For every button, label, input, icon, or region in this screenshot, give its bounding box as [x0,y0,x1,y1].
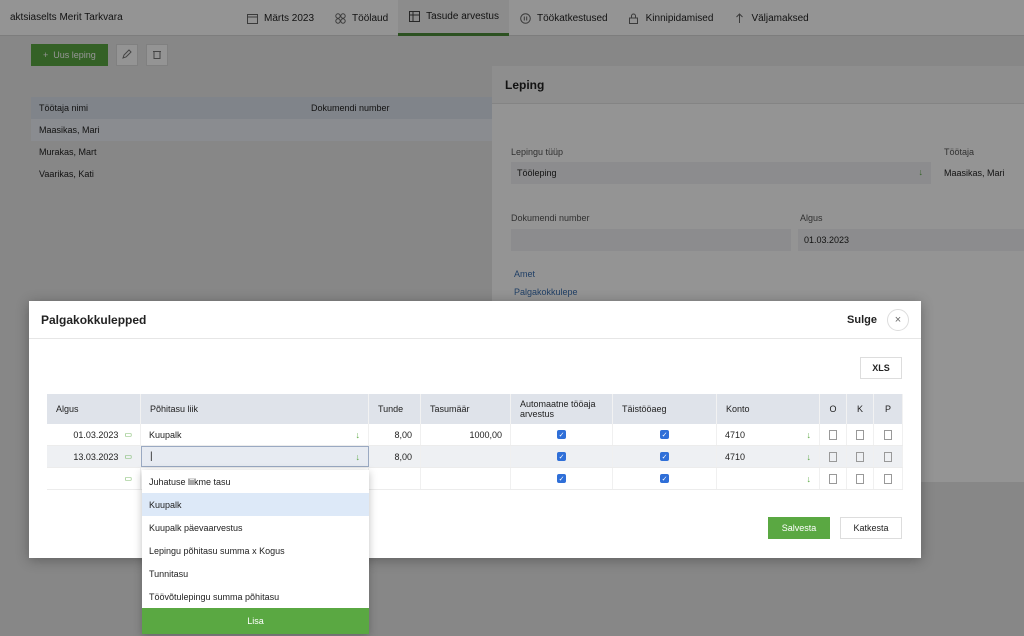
calendar-icon[interactable]: ▭ [124,430,132,439]
doc-k-button[interactable] [847,446,874,467]
document-icon [884,429,892,440]
pay-type-dropdown: Juhatuse liikme tasu Kuupalk Kuupalk päe… [142,470,369,634]
account-cell[interactable]: 4710 ↓ [717,446,820,467]
dropdown-option[interactable]: Juhatuse liikme tasu [142,470,369,493]
text-cursor: | [150,451,153,462]
dropdown-option[interactable]: Lepingu põhitasu summa x Kogus [142,539,369,562]
document-icon [829,429,837,440]
check-icon: ✓ [660,430,669,439]
doc-o-button[interactable] [820,446,847,467]
doc-o-button[interactable] [820,468,847,489]
header-account[interactable]: Konto [717,394,820,424]
fulltime-checkbox[interactable]: ✓ [613,424,717,445]
table-row: 01.03.2023 ▭ Kuupalk ↓ 8,00 1000,00 ✓ ✓ 47… [47,424,903,446]
close-button[interactable]: Sulge [847,314,877,326]
rate-cell[interactable]: 1000,00 [421,424,511,445]
document-icon [884,473,892,484]
header-rate[interactable]: Tasumäär [421,394,511,424]
document-icon [856,451,864,462]
header-o[interactable]: O [820,394,847,424]
start-date-cell[interactable]: 13.03.2023 ▭ [47,446,141,467]
pay-type-cell[interactable]: Kuupalk ↓ [141,424,369,445]
table-row: 13.03.2023 ▭ | ↓ 8,00 ✓ ✓ 4710 ↓ [47,446,903,468]
calendar-icon[interactable]: ▭ [124,474,132,483]
hours-cell[interactable] [369,468,421,489]
check-icon: ✓ [557,474,566,483]
pay-type-input[interactable]: | ↓ [141,446,369,467]
start-date-cell[interactable]: 01.03.2023 ▭ [47,424,141,445]
close-icon[interactable]: × [887,309,909,331]
modal-title: Palgakokkulepped [41,313,147,327]
dropdown-option[interactable]: Kuupalk [142,493,369,516]
rate-cell[interactable] [421,468,511,489]
hours-cell[interactable]: 8,00 [369,446,421,467]
account-cell[interactable]: ↓ [717,468,820,489]
chevron-down-icon[interactable]: ↓ [807,452,812,462]
document-icon [856,429,864,440]
auto-time-checkbox[interactable]: ✓ [511,468,613,489]
check-icon: ✓ [557,430,566,439]
doc-p-button[interactable] [874,446,903,467]
document-icon [829,473,837,484]
auto-time-checkbox[interactable]: ✓ [511,424,613,445]
header-hours[interactable]: Tunde [369,394,421,424]
account-cell[interactable]: 4710 ↓ [717,424,820,445]
doc-p-button[interactable] [874,424,903,445]
dropdown-option[interactable]: Töövõtulepingu summa põhitasu [142,585,369,608]
cancel-button[interactable]: Katkesta [840,517,902,539]
chevron-down-icon[interactable]: ↓ [356,452,361,462]
xls-export-button[interactable]: XLS [860,357,902,379]
check-icon: ✓ [660,474,669,483]
document-icon [829,451,837,462]
doc-o-button[interactable] [820,424,847,445]
calendar-icon[interactable]: ▭ [124,452,132,461]
add-option-button[interactable]: Lisa [142,608,369,634]
hours-cell[interactable]: 8,00 [369,424,421,445]
grid-header: Algus Põhitasu liik Tunde Tasumäär Autom… [47,394,903,424]
header-start[interactable]: Algus [47,394,141,424]
chevron-down-icon[interactable]: ↓ [807,430,812,440]
save-button[interactable]: Salvesta [768,517,830,539]
auto-time-checkbox[interactable]: ✓ [511,446,613,467]
check-icon: ✓ [660,452,669,461]
fulltime-checkbox[interactable]: ✓ [613,446,717,467]
header-p[interactable]: P [874,394,903,424]
doc-k-button[interactable] [847,424,874,445]
dropdown-option[interactable]: Tunnitasu [142,562,369,585]
rate-cell[interactable] [421,446,511,467]
document-icon [856,473,864,484]
dropdown-option[interactable]: Kuupalk päevaarvestus [142,516,369,539]
modal-header: Palgakokkulepped Sulge × [29,301,921,339]
header-k[interactable]: K [847,394,874,424]
start-date-cell[interactable]: ▭ [47,468,141,489]
chevron-down-icon[interactable]: ↓ [356,430,361,440]
header-auto-time[interactable]: Automaatne tööaja arvestus [511,394,613,424]
document-icon [884,451,892,462]
doc-k-button[interactable] [847,468,874,489]
doc-p-button[interactable] [874,468,903,489]
check-icon: ✓ [557,452,566,461]
fulltime-checkbox[interactable]: ✓ [613,468,717,489]
header-fulltime[interactable]: Täistööaeg [613,394,717,424]
chevron-down-icon[interactable]: ↓ [807,474,812,484]
header-base-pay-type[interactable]: Põhitasu liik [141,394,369,424]
